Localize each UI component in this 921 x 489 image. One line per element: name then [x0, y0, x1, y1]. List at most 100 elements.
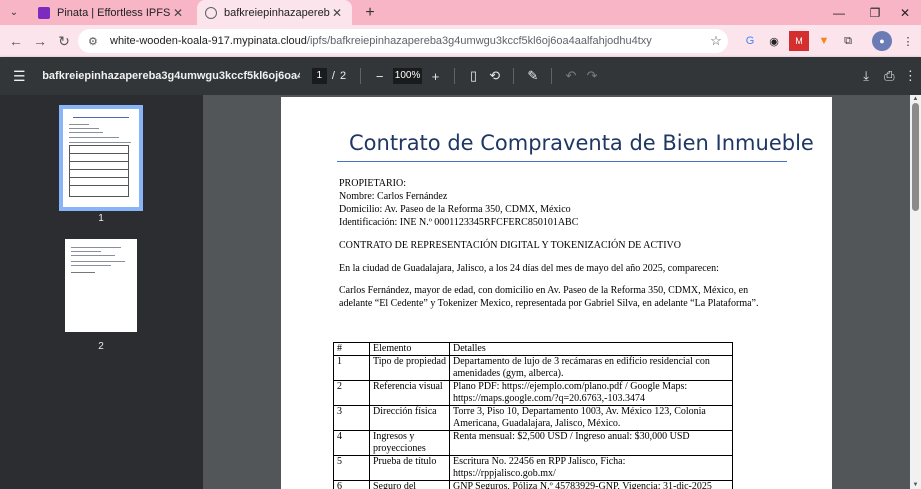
browser-toolbar: ← → ↻ ⚙ white-wooden-koala-917.mypinata.… [0, 25, 921, 57]
scroll-down-icon[interactable]: ▼ [910, 482, 921, 488]
table-cell: Dirección física [369, 405, 450, 431]
annotate-button[interactable]: ✎ [522, 68, 543, 84]
contract-heading: CONTRATO DE REPRESENTACIÓN DIGITAL Y TOK… [339, 240, 681, 251]
table-header-cell: # [333, 342, 370, 356]
tab-title: Pinata | Effortless IPFS File Mana [57, 6, 171, 19]
tab-pinata[interactable]: Pinata | Effortless IPFS File Mana ✕ [30, 0, 193, 25]
owner-address: Domicilio: Av. Paseo de la Reforma 350, … [339, 204, 571, 215]
table-cell: Referencia visual [369, 380, 450, 406]
table-row: 5 Prueba de título Escritura No. 22456 e… [333, 455, 733, 481]
table-row: 6 Seguro del inmueble GNP Seguros, Póliz… [333, 480, 733, 489]
chevron-down-icon: ⌄ [9, 7, 19, 18]
table-row: 4 Ingresos y proyecciones Renta mensual:… [333, 430, 733, 456]
pdf-toolbar: ☰ bafkreiepinhazapereba3g4umwgu3kccf5kl6… [0, 57, 921, 95]
tab-search-menu-button[interactable]: ⌄ [3, 2, 25, 24]
table-cell: 1 [333, 355, 370, 381]
back-button[interactable]: ← [4, 29, 28, 53]
table-row: 3 Dirección física Torre 3, Piso 10, Dep… [333, 405, 733, 431]
minimize-button[interactable]: — [823, 0, 855, 25]
forward-button[interactable]: → [28, 29, 52, 53]
undo-button[interactable]: ↶ [560, 68, 581, 84]
profile-avatar[interactable]: ● [872, 31, 892, 51]
table-cell: Renta mensual: $2,500 USD / Ingreso anua… [449, 430, 733, 456]
new-tab-button[interactable]: + [358, 4, 382, 22]
close-window-button[interactable]: ✕ [889, 0, 921, 25]
print-button[interactable]: ⎙ [879, 68, 900, 84]
address-bar[interactable]: ⚙ white-wooden-koala-917.mypinata.cloud/… [78, 29, 728, 53]
parties-line-1: Carlos Fernández, mayor de edad, con dom… [339, 285, 749, 296]
arrow-right-icon: → [33, 33, 47, 49]
table-cell: Prueba de título [369, 455, 450, 481]
pinata-favicon-icon [38, 6, 50, 19]
divider [360, 68, 362, 84]
thumbnail-sidebar: 1 2 [0, 95, 203, 489]
pdf-document-name: bafkreiepinhazapereba3g4umwgu3kccf5kl6oj… [42, 70, 299, 82]
tab-ipfs-document[interactable]: bafkreiepinhazapereba3g4umw ✕ [197, 0, 352, 25]
divider [513, 68, 515, 84]
puzzle-extensions-icon[interactable]: ⧉ [838, 31, 858, 51]
table-header-cell: Detalles [449, 342, 733, 356]
url-text: white-wooden-koala-917.mypinata.cloud/ip… [110, 35, 652, 47]
pdf-page: Contrato de Compraventa de Bien Inmueble… [281, 97, 832, 489]
page-number-input[interactable]: 1 [311, 68, 327, 84]
reload-button[interactable]: ↻ [52, 29, 76, 53]
zoom-level-input[interactable]: 100% [393, 68, 422, 84]
parties-line-2: adelante “El Cedente” y Tokenizer Mexico… [339, 298, 759, 309]
thumbnail-page-number: 1 [98, 213, 104, 224]
table-cell: 4 [333, 430, 370, 456]
zoom-out-button[interactable]: − [369, 69, 390, 84]
sidebar-menu-icon[interactable]: ☰ [13, 68, 32, 85]
metamask-icon[interactable]: ▼ [814, 31, 834, 51]
document-title: Contrato de Compraventa de Bien Inmueble [349, 131, 814, 155]
tab-title: bafkreiepinhazapereba3g4umw [224, 6, 330, 19]
more-actions-icon[interactable]: ⋮ [900, 68, 921, 84]
extension-icon[interactable]: M [789, 31, 809, 51]
extension-icon[interactable]: ◉ [764, 31, 784, 51]
property-table: # Elemento Detalles 1 Tipo de propiedad … [333, 342, 733, 489]
menu-kebab-icon[interactable]: ⋮ [898, 31, 918, 51]
tab-strip: ⌄ Pinata | Effortless IPFS File Mana ✕ b… [0, 0, 921, 25]
pdf-viewer[interactable]: Contrato de Compraventa de Bien Inmueble… [203, 95, 910, 489]
table-cell: 3 [333, 405, 370, 431]
site-info-icon[interactable]: ⚙ [88, 35, 104, 48]
table-cell: 2 [333, 380, 370, 406]
reload-icon: ↻ [58, 32, 70, 49]
table-row: 1 Tipo de propiedad Departamento de lujo… [333, 355, 733, 381]
table-cell: 6 [333, 480, 370, 489]
vertical-scrollbar[interactable]: ▲ ▼ [910, 95, 921, 489]
owner-id: Identificación: INE N.º 0001123345RFCFER… [339, 217, 579, 228]
intro-paragraph: En la ciudad de Guadalajara, Jalisco, a … [339, 263, 719, 274]
bookmark-star-icon[interactable]: ☆ [704, 33, 728, 49]
total-pages: 2 [339, 70, 347, 82]
restore-button[interactable]: ❐ [859, 0, 891, 25]
table-cell: 5 [333, 455, 370, 481]
fit-page-button[interactable]: ▯ [463, 68, 484, 84]
thumbnail-page-number: 2 [98, 341, 104, 352]
globe-icon [205, 6, 217, 19]
zoom-in-button[interactable]: + [425, 69, 446, 84]
divider [551, 68, 553, 84]
table-cell: Escritura No. 22456 en RPP Jalisco, Fich… [449, 455, 733, 481]
table-cell: Plano PDF: https://ejemplo.com/plano.pdf… [449, 380, 733, 406]
scroll-up-icon[interactable]: ▲ [910, 96, 921, 102]
page-thumbnail-2[interactable] [65, 239, 137, 332]
table-cell: Departamento de lujo de 3 recámaras en e… [449, 355, 733, 381]
page-separator: / [331, 70, 335, 82]
translate-extension-icon[interactable]: G [740, 31, 760, 51]
arrow-left-icon: ← [9, 33, 23, 49]
redo-button[interactable]: ↷ [581, 68, 602, 84]
divider [454, 68, 456, 84]
owner-name: Nombre: Carlos Fernández [339, 191, 448, 202]
rotate-button[interactable]: ⟲ [484, 68, 505, 84]
download-button[interactable]: ⤓ [856, 68, 877, 84]
close-tab-icon[interactable]: ✕ [330, 6, 344, 20]
close-tab-icon[interactable]: ✕ [171, 6, 185, 20]
table-cell: Seguro del inmueble [369, 480, 450, 489]
scrollbar-thumb[interactable] [912, 103, 919, 211]
table-cell: Torre 3, Piso 10, Departamento 1003, Av.… [449, 405, 733, 431]
table-header-cell: Elemento [369, 342, 450, 356]
table-cell: GNP Seguros, Póliza N.º 45783929-GNP, Vi… [449, 480, 733, 489]
table-row: 2 Referencia visual Plano PDF: https://e… [333, 380, 733, 406]
table-header-row: # Elemento Detalles [333, 342, 733, 356]
page-thumbnail-1[interactable] [59, 105, 143, 211]
